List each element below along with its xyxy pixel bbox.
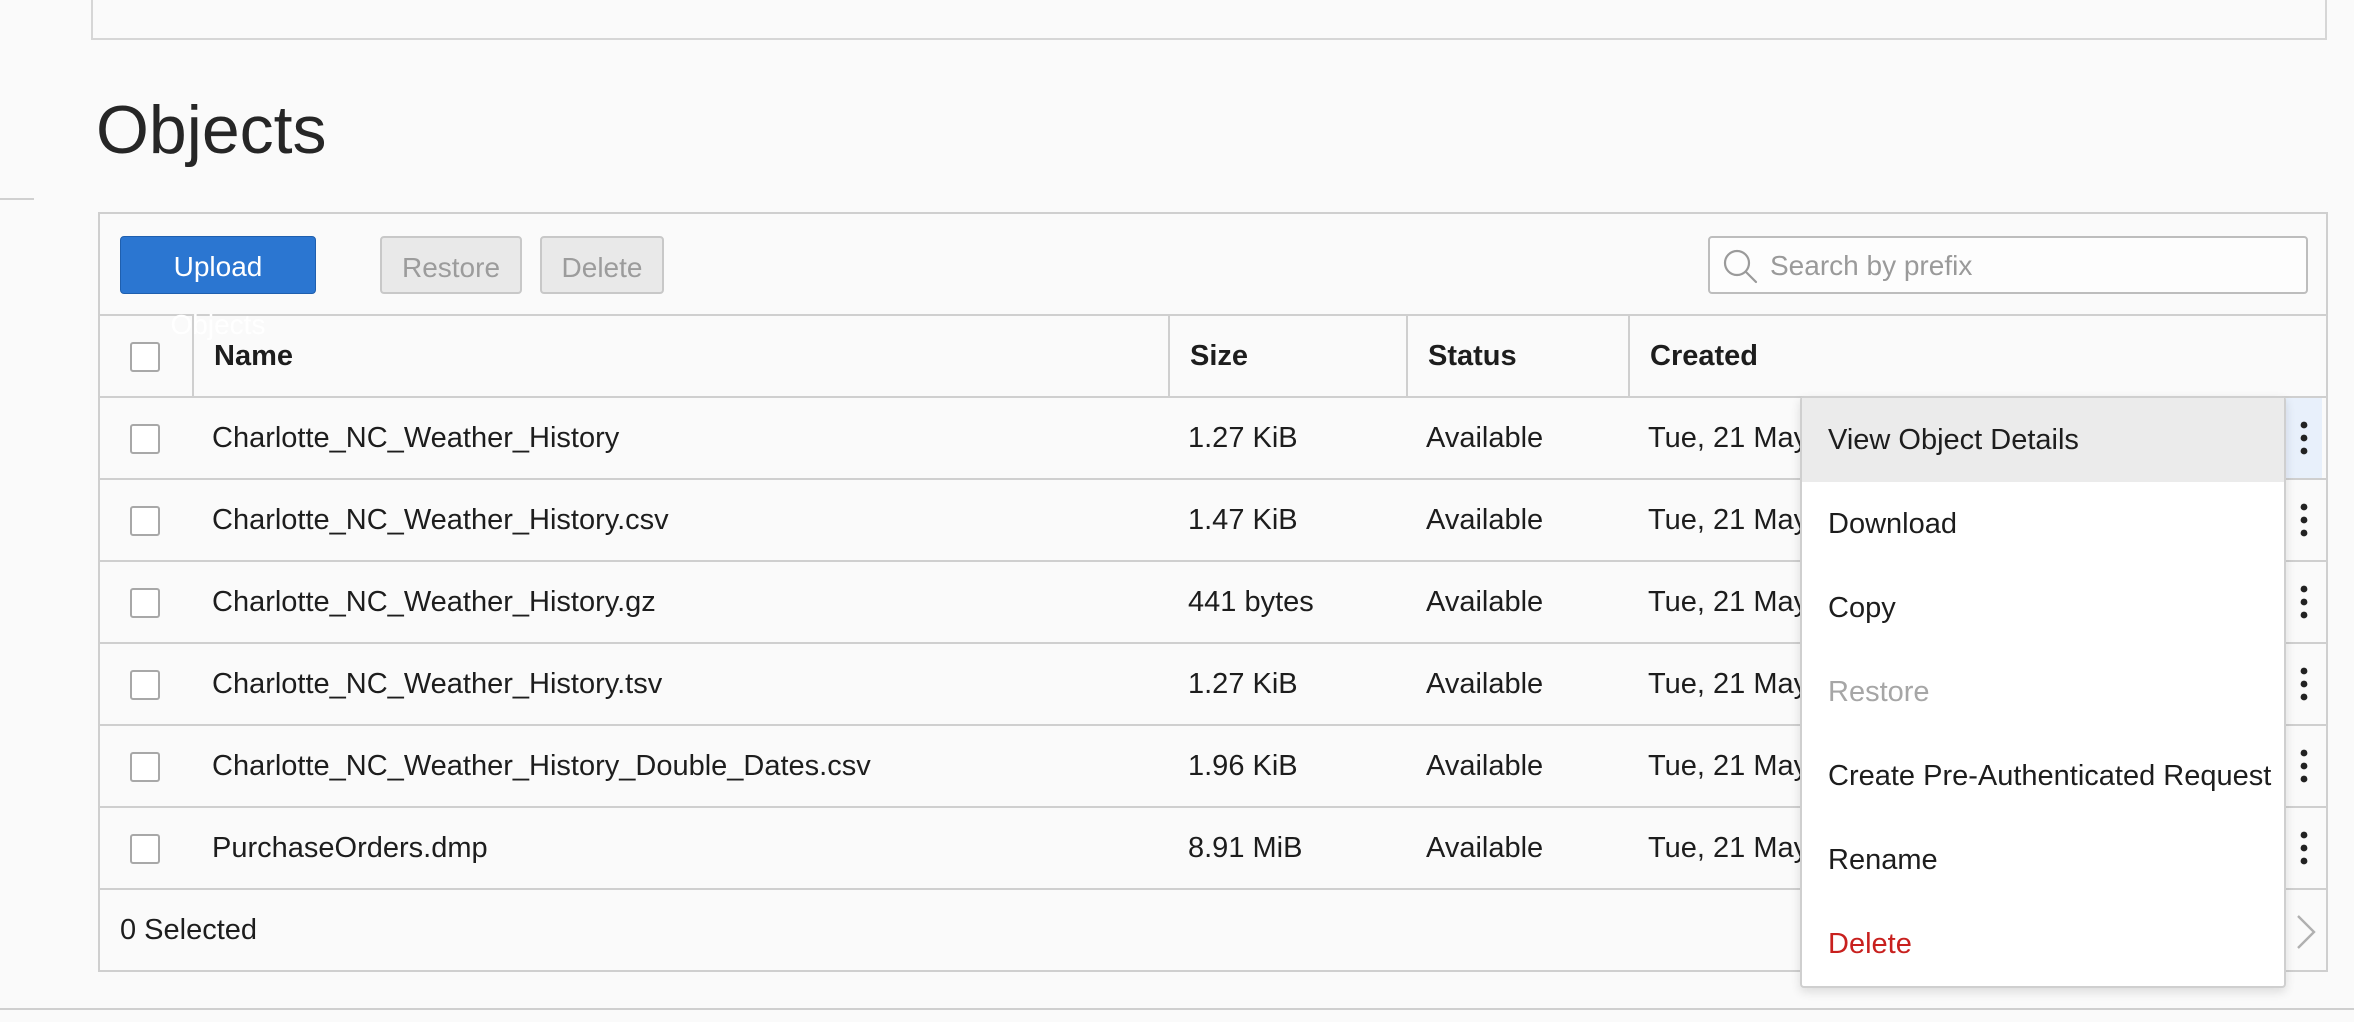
row-checkbox[interactable] bbox=[130, 506, 160, 536]
object-status: Available bbox=[1426, 832, 1544, 864]
object-size: 441 bytes bbox=[1188, 586, 1314, 618]
object-status: Available bbox=[1426, 668, 1544, 700]
column-header-created[interactable]: Created bbox=[1650, 316, 1758, 396]
page-title: Objects bbox=[96, 92, 327, 168]
object-size: 1.96 KiB bbox=[1188, 750, 1298, 782]
column-divider bbox=[1628, 316, 1630, 396]
kebab-menu-icon bbox=[2300, 667, 2308, 701]
row-actions-button[interactable] bbox=[2286, 644, 2322, 724]
kebab-menu-icon bbox=[2300, 831, 2308, 865]
chevron-right-icon[interactable] bbox=[2290, 912, 2320, 952]
page-bottom-divider bbox=[0, 1008, 2354, 1010]
menu-item-rename[interactable]: Rename bbox=[1802, 818, 2284, 902]
table-toolbar: Upload Objects Restore Delete bbox=[100, 214, 2326, 340]
object-size: 1.27 KiB bbox=[1188, 668, 1298, 700]
row-actions-button[interactable] bbox=[2286, 562, 2322, 642]
search-input[interactable] bbox=[1768, 238, 2292, 294]
kebab-menu-icon bbox=[2300, 585, 2308, 619]
row-actions-menu: View Object Details Download Copy Restor… bbox=[1800, 396, 2286, 988]
object-status: Available bbox=[1426, 750, 1544, 782]
kebab-menu-icon bbox=[2300, 503, 2308, 537]
object-size: 8.91 MiB bbox=[1188, 832, 1303, 864]
menu-item-view-object-details[interactable]: View Object Details bbox=[1802, 398, 2284, 482]
column-header-size[interactable]: Size bbox=[1190, 316, 1248, 396]
search-icon bbox=[1723, 249, 1758, 284]
menu-item-delete[interactable]: Delete bbox=[1802, 902, 2284, 986]
table-header-row: Name Size Status Created bbox=[100, 316, 2326, 398]
column-divider bbox=[192, 316, 194, 396]
search-box[interactable] bbox=[1708, 236, 2308, 294]
row-actions-button[interactable] bbox=[2286, 726, 2322, 806]
kebab-menu-icon bbox=[2300, 421, 2308, 455]
menu-item-restore: Restore bbox=[1828, 676, 1930, 708]
row-checkbox[interactable] bbox=[130, 588, 160, 618]
object-name-link[interactable]: PurchaseOrders.dmp bbox=[212, 808, 488, 888]
side-divider bbox=[0, 198, 34, 200]
object-name-link[interactable]: Charlotte_NC_Weather_History_Double_Date… bbox=[212, 726, 871, 806]
kebab-menu-icon bbox=[2300, 749, 2308, 783]
object-status: Available bbox=[1426, 422, 1544, 454]
row-actions-button[interactable] bbox=[2286, 808, 2322, 888]
menu-item-create-par[interactable]: Create Pre-Authenticated Request bbox=[1802, 734, 2284, 818]
menu-item-download[interactable]: Download bbox=[1802, 482, 2284, 566]
object-name-link[interactable]: Charlotte_NC_Weather_History.csv bbox=[212, 480, 669, 560]
row-checkbox[interactable] bbox=[130, 424, 160, 454]
object-name-link[interactable]: Charlotte_NC_Weather_History bbox=[212, 398, 619, 478]
selected-count: 0 Selected bbox=[120, 914, 258, 946]
upload-objects-button[interactable]: Upload Objects bbox=[120, 236, 316, 340]
row-actions-button[interactable] bbox=[2286, 480, 2322, 560]
object-created: Tue, 21 May bbox=[1648, 832, 1800, 864]
object-size: 1.27 KiB bbox=[1188, 422, 1298, 454]
object-size: 1.47 KiB bbox=[1188, 504, 1298, 536]
row-checkbox[interactable] bbox=[130, 834, 160, 864]
column-header-status[interactable]: Status bbox=[1428, 316, 1517, 396]
delete-button[interactable]: Delete bbox=[540, 236, 664, 294]
details-panel bbox=[91, 0, 2327, 40]
restore-button[interactable]: Restore bbox=[380, 236, 522, 294]
object-created: Tue, 21 May bbox=[1648, 668, 1800, 700]
column-header-name[interactable]: Name bbox=[214, 316, 293, 396]
object-status: Available bbox=[1426, 586, 1544, 618]
column-divider bbox=[1168, 316, 1170, 396]
object-status: Available bbox=[1426, 504, 1544, 536]
object-created: Tue, 21 May bbox=[1648, 504, 1800, 536]
row-checkbox[interactable] bbox=[130, 670, 160, 700]
object-name-link[interactable]: Charlotte_NC_Weather_History.tsv bbox=[212, 644, 662, 724]
select-all-checkbox[interactable] bbox=[130, 342, 160, 372]
menu-item-copy[interactable]: Copy bbox=[1802, 566, 2284, 650]
column-divider bbox=[1406, 316, 1408, 396]
object-created: Tue, 21 May bbox=[1648, 422, 1800, 454]
row-checkbox[interactable] bbox=[130, 752, 160, 782]
object-created: Tue, 21 May bbox=[1648, 750, 1800, 782]
object-name-link[interactable]: Charlotte_NC_Weather_History.gz bbox=[212, 562, 656, 642]
object-created: Tue, 21 May bbox=[1648, 586, 1800, 618]
row-actions-button[interactable] bbox=[2286, 398, 2322, 478]
